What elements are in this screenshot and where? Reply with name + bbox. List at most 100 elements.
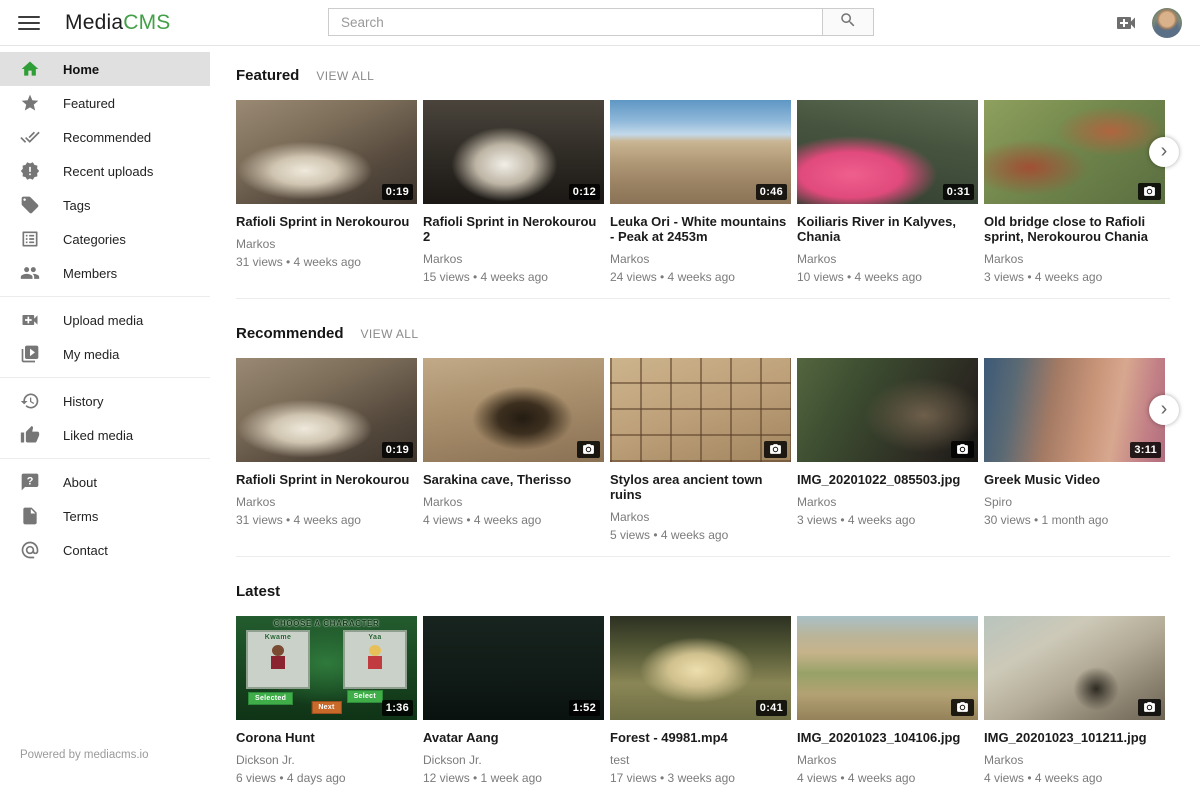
- media-title[interactable]: Sarakina cave, Therisso: [423, 472, 604, 487]
- media-author[interactable]: Markos: [797, 495, 978, 509]
- featured-cards-row: › 0:19Rafioli Sprint in NerokourouMarkos…: [236, 100, 1165, 284]
- sidebar-item-recommended[interactable]: Recommended: [0, 120, 210, 154]
- media-card[interactable]: Stylos area ancient town ruinsMarkos5 vi…: [610, 358, 791, 542]
- media-meta: 31 views • 4 weeks ago: [236, 513, 417, 527]
- media-thumbnail[interactable]: [984, 100, 1165, 204]
- media-card[interactable]: 0:46 Leuka Ori - White mountains - Peak a…: [610, 100, 791, 284]
- media-card[interactable]: IMG_20201023_104106.jpgMarkos4 views • 4…: [797, 616, 978, 785]
- sidebar-item-about[interactable]: ?About: [0, 465, 210, 499]
- carousel-next-button[interactable]: ›: [1149, 137, 1179, 167]
- media-thumbnail[interactable]: 0:41: [610, 616, 791, 720]
- media-thumbnail[interactable]: 0:19: [236, 100, 417, 204]
- media-card[interactable]: 1:52Avatar AangDickson Jr.12 views • 1 w…: [423, 616, 604, 785]
- sidebar-item-home[interactable]: Home: [0, 52, 210, 86]
- character-sprite: [366, 645, 384, 673]
- media-thumbnail[interactable]: [423, 358, 604, 462]
- people-icon: [20, 263, 40, 283]
- sidebar-item-members[interactable]: Members: [0, 256, 210, 290]
- media-title[interactable]: Koiliaris River in Kalyves, Chania: [797, 214, 978, 244]
- media-title[interactable]: Leuka Ori - White mountains - Peak at 24…: [610, 214, 791, 244]
- hamburger-menu-icon[interactable]: [18, 16, 40, 30]
- media-author[interactable]: Markos: [610, 252, 791, 266]
- section-title: Featured: [236, 67, 299, 84]
- view-all-link[interactable]: VIEW ALL: [361, 327, 419, 341]
- sidebar-group: HomeFeatured Recommended Recent uploadsTag…: [0, 46, 210, 296]
- media-author[interactable]: Markos: [423, 495, 604, 509]
- duration-badge: 0:12: [569, 184, 600, 200]
- media-card[interactable]: Sarakina cave, TherissoMarkos4 views • 4…: [423, 358, 604, 542]
- sidebar-item-featured[interactable]: Featured: [0, 86, 210, 120]
- media-card[interactable]: 0:31 Koiliaris River in Kalyves, Chania Ma…: [797, 100, 978, 284]
- media-author[interactable]: test: [610, 753, 791, 767]
- view-all-link[interactable]: VIEW ALL: [316, 69, 374, 83]
- media-thumbnail[interactable]: [610, 358, 791, 462]
- media-card[interactable]: 3:11Greek Music VideoSpiro30 views • 1 m…: [984, 358, 1165, 542]
- media-thumbnail[interactable]: 1:52: [423, 616, 604, 720]
- media-author[interactable]: Markos: [236, 495, 417, 509]
- sidebar-item-upload-media[interactable]: Upload media: [0, 303, 210, 337]
- media-card[interactable]: 0:19Rafioli Sprint in NerokourouMarkos31…: [236, 100, 417, 284]
- media-author[interactable]: Markos: [797, 252, 978, 266]
- media-author[interactable]: Markos: [984, 252, 1165, 266]
- sidebar-item-categories[interactable]: Categories: [0, 222, 210, 256]
- sidebar-item-contact[interactable]: Contact: [0, 533, 210, 567]
- sidebar-item-my-media[interactable]: My media: [0, 337, 210, 371]
- media-title[interactable]: Forest - 49981.mp4: [610, 730, 791, 745]
- media-title[interactable]: Greek Music Video: [984, 472, 1165, 487]
- media-card[interactable]: IMG_20201022_085503.jpgMarkos3 views • 4…: [797, 358, 978, 542]
- sidebar-item-recent-uploads[interactable]: Recent uploads: [0, 154, 210, 188]
- media-author[interactable]: Markos: [423, 252, 604, 266]
- media-title[interactable]: IMG_20201023_101211.jpg: [984, 730, 1165, 745]
- media-card[interactable]: 0:41Forest - 49981.mp4test17 views • 3 w…: [610, 616, 791, 785]
- sidebar-item-terms[interactable]: Terms: [0, 499, 210, 533]
- media-author[interactable]: Dickson Jr.: [423, 753, 604, 767]
- sidebar-item-history[interactable]: History: [0, 384, 210, 418]
- media-thumbnail[interactable]: [797, 616, 978, 720]
- sidebar-item-label: Recommended: [63, 130, 151, 145]
- media-title[interactable]: Old bridge close to Rafioli sprint, Nero…: [984, 214, 1165, 244]
- media-thumbnail[interactable]: [797, 358, 978, 462]
- media-thumbnail[interactable]: 0:12: [423, 100, 604, 204]
- search-input[interactable]: [328, 8, 823, 36]
- media-thumbnail[interactable]: 0:46: [610, 100, 791, 204]
- search-button[interactable]: [822, 8, 874, 36]
- media-title[interactable]: Avatar Aang: [423, 730, 604, 745]
- duration-badge: 0:41: [756, 700, 787, 716]
- media-title[interactable]: Rafioli Sprint in Nerokourou: [236, 214, 417, 229]
- media-title[interactable]: Rafioli Sprint in Nerokourou: [236, 472, 417, 487]
- sidebar-item-liked-media[interactable]: Liked media: [0, 418, 210, 452]
- media-author[interactable]: Markos: [797, 753, 978, 767]
- character-sprite: [269, 645, 287, 673]
- media-card[interactable]: 0:19 Rafioli Sprint in Nerokourou Markos 31…: [236, 358, 417, 542]
- media-author[interactable]: Spiro: [984, 495, 1165, 509]
- user-avatar[interactable]: [1152, 8, 1182, 38]
- sidebar-item-label: History: [63, 394, 103, 409]
- recommended-cards-row: › 0:19Rafioli Sprint in NerokourouMarkos…: [236, 358, 1165, 542]
- media-card[interactable]: CHOOSE A CHARACTERKwameYaaSelectedSelect…: [236, 616, 417, 785]
- upload-media-icon[interactable]: [1114, 11, 1138, 35]
- media-author[interactable]: Markos: [984, 753, 1165, 767]
- media-card[interactable]: Old bridge close to Rafioli sprint, Nero…: [984, 100, 1165, 284]
- duration-badge: 3:11: [1130, 442, 1161, 458]
- media-author[interactable]: Markos: [236, 237, 417, 251]
- media-title[interactable]: IMG_20201022_085503.jpg: [797, 472, 978, 487]
- media-title[interactable]: IMG_20201023_104106.jpg: [797, 730, 978, 745]
- carousel-next-button[interactable]: ›: [1149, 395, 1179, 425]
- media-card[interactable]: 0:12 Rafioli Sprint in Nerokourou 2 Markos…: [423, 100, 604, 284]
- media-thumbnail[interactable]: 3:11: [984, 358, 1165, 462]
- logo[interactable]: MediaCMS: [65, 11, 170, 35]
- sidebar-item-label: Upload media: [63, 313, 143, 328]
- media-thumbnail[interactable]: [984, 616, 1165, 720]
- logo-cms-text: CMS: [123, 11, 170, 34]
- media-thumbnail[interactable]: 0:19: [236, 358, 417, 462]
- media-thumbnail[interactable]: CHOOSE A CHARACTERKwameYaaSelectedSelect…: [236, 616, 417, 720]
- latest-cards-row: CHOOSE A CHARACTERKwameYaaSelectedSelect…: [236, 616, 1165, 785]
- media-title[interactable]: Rafioli Sprint in Nerokourou 2: [423, 214, 604, 244]
- sidebar-item-tags[interactable]: Tags: [0, 188, 210, 222]
- media-author[interactable]: Markos: [610, 510, 791, 524]
- media-title[interactable]: Corona Hunt: [236, 730, 417, 745]
- media-author[interactable]: Dickson Jr.: [236, 753, 417, 767]
- media-thumbnail[interactable]: 0:31: [797, 100, 978, 204]
- media-card[interactable]: IMG_20201023_101211.jpgMarkos4 views • 4…: [984, 616, 1165, 785]
- media-title[interactable]: Stylos area ancient town ruins: [610, 472, 791, 502]
